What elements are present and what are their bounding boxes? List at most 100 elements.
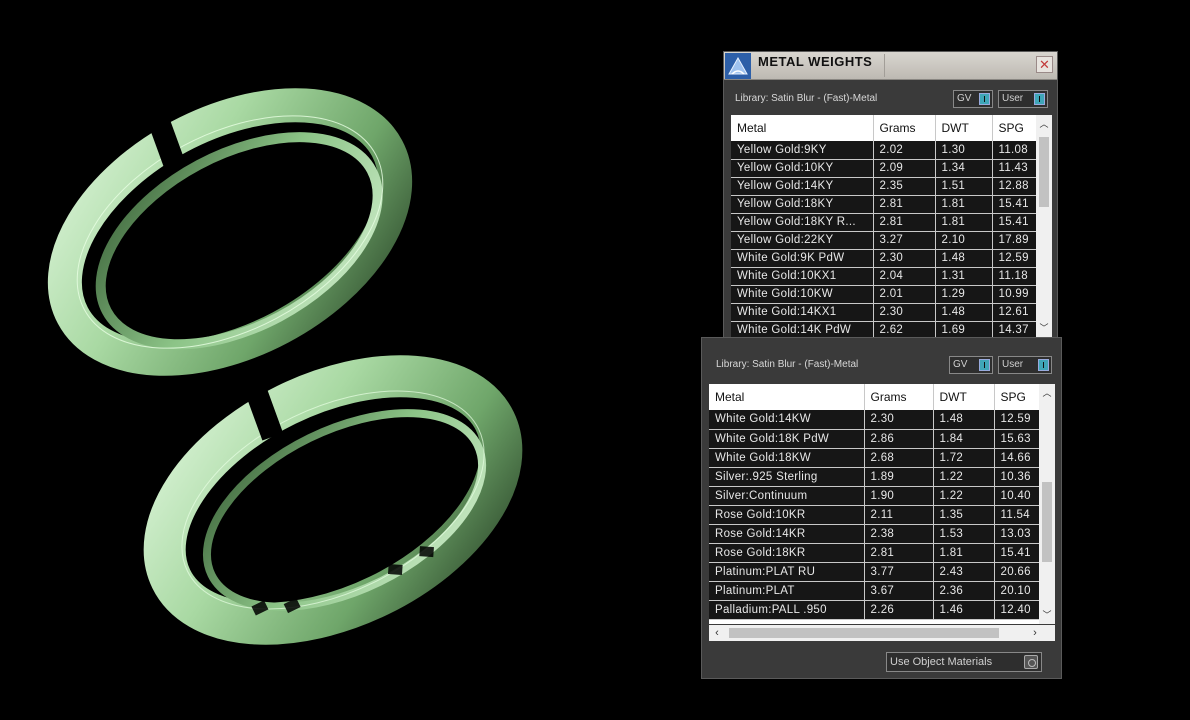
table-cell: White Gold:14KW <box>709 410 865 430</box>
table-cell: 2.04 <box>873 267 936 286</box>
table-row[interactable]: Yellow Gold:18KY 2.81 1.81 15.41 <box>731 195 1037 214</box>
table-cell: Yellow Gold:18KY <box>731 195 874 214</box>
ring-top <box>47 88 413 376</box>
table-row[interactable]: Yellow Gold:14KY 2.35 1.51 12.88 <box>731 177 1037 196</box>
table-row[interactable]: Rose Gold:14KR 2.38 1.53 13.03 <box>709 524 1040 544</box>
table-cell: Rose Gold:18KR <box>709 543 865 563</box>
column-header[interactable]: Metal <box>709 384 865 410</box>
table-cell: 2.09 <box>873 159 936 178</box>
table-cell: 1.30 <box>935 141 993 160</box>
vertical-scrollbar[interactable]: ︿ ﹀ <box>1036 115 1052 337</box>
table-row[interactable]: White Gold:10KX1 2.04 1.31 11.18 <box>731 267 1037 286</box>
title-bar[interactable]: METAL WEIGHTS ✕ <box>724 52 1057 80</box>
use-object-materials-toggle[interactable]: Use Object Materials <box>886 652 1042 672</box>
table-cell: 1.81 <box>935 195 993 214</box>
table-row[interactable]: White Gold:10KW 2.01 1.29 10.99 <box>731 285 1037 304</box>
table-row[interactable]: Palladium:PALL .950 2.26 1.46 12.40 <box>709 600 1040 620</box>
close-button[interactable]: ✕ <box>1036 56 1053 73</box>
column-header[interactable]: SPG <box>992 115 1037 141</box>
scroll-down-arrow-icon[interactable]: ﹀ <box>1036 321 1052 335</box>
gv-label: GV <box>957 93 972 104</box>
table-cell: 2.36 <box>933 581 995 601</box>
table-cell: Platinum:PLAT <box>709 581 865 601</box>
table-row[interactable]: Silver:.925 Sterling 1.89 1.22 10.36 <box>709 467 1040 487</box>
scroll-up-arrow-icon[interactable]: ︿ <box>1036 117 1052 131</box>
user-toggle-2[interactable]: User <box>998 356 1052 374</box>
table-cell: White Gold:9K PdW <box>731 249 874 268</box>
scroll-left-arrow-icon[interactable]: ‹ <box>709 625 725 641</box>
h-scroll-thumb[interactable] <box>729 628 999 638</box>
table-cell: 12.88 <box>992 177 1037 196</box>
column-header[interactable]: DWT <box>933 384 995 410</box>
table-cell: 2.38 <box>864 524 934 544</box>
table-row[interactable]: White Gold:14K PdW 2.62 1.69 14.37 <box>731 321 1037 337</box>
user-toggle-knob <box>1034 93 1045 105</box>
scroll-thumb-2[interactable] <box>1042 482 1052 562</box>
table-row[interactable]: Yellow Gold:9KY 2.02 1.30 11.08 <box>731 141 1037 160</box>
table-cell: 1.84 <box>933 429 995 449</box>
table-row[interactable]: Platinum:PLAT 3.67 2.36 20.10 <box>709 581 1040 601</box>
table-row[interactable]: White Gold:14KX1 2.30 1.48 12.61 <box>731 303 1037 322</box>
column-header[interactable]: DWT <box>935 115 993 141</box>
table-cell: 2.10 <box>935 231 993 250</box>
column-header[interactable]: SPG <box>994 384 1040 410</box>
scroll-up-arrow-icon[interactable]: ︿ <box>1039 386 1055 400</box>
table-row[interactable]: White Gold:18KW 2.68 1.72 14.66 <box>709 448 1040 468</box>
table-row[interactable]: Silver:Continuum 1.90 1.22 10.40 <box>709 486 1040 506</box>
table-row[interactable]: Yellow Gold:18KY R... 2.81 1.81 15.41 <box>731 213 1037 232</box>
user-label: User <box>1002 93 1024 104</box>
scroll-down-arrow-icon[interactable]: ﹀ <box>1039 608 1055 622</box>
table-cell: 1.48 <box>935 303 993 322</box>
table-row[interactable]: White Gold:14KW 2.30 1.48 12.59 <box>709 410 1040 430</box>
library-label: Library: Satin Blur - (Fast)-Metal <box>735 93 878 104</box>
table-cell: 1.29 <box>935 285 993 304</box>
table-row[interactable]: Yellow Gold:10KY 2.09 1.34 11.43 <box>731 159 1037 178</box>
table-cell: 1.46 <box>933 600 995 620</box>
table-cell: 11.08 <box>992 141 1037 160</box>
column-header[interactable]: Grams <box>873 115 936 141</box>
table-cell: 2.86 <box>864 429 934 449</box>
table-row[interactable]: Yellow Gold:22KY 3.27 2.10 17.89 <box>731 231 1037 250</box>
table-cell: 1.22 <box>933 467 995 487</box>
gv-toggle-2[interactable]: GV <box>949 356 993 374</box>
table-cell: White Gold:14KX1 <box>731 303 874 322</box>
horizontal-scrollbar[interactable]: ‹ › <box>709 625 1055 641</box>
table-cell: 2.30 <box>873 303 936 322</box>
table-cell: 2.68 <box>864 448 934 468</box>
table-cell: White Gold:10KX1 <box>731 267 874 286</box>
table-row[interactable]: Rose Gold:18KR 2.81 1.81 15.41 <box>709 543 1040 563</box>
table-cell: 1.51 <box>935 177 993 196</box>
scroll-right-arrow-icon[interactable]: › <box>1027 625 1043 641</box>
table-cell: Yellow Gold:10KY <box>731 159 874 178</box>
table-row[interactable]: Platinum:PLAT RU 3.77 2.43 20.66 <box>709 562 1040 582</box>
metal-table-1: Metal Grams DWT SPG Yellow Gold:9KY 2.02 1.30… <box>731 115 1052 337</box>
table-cell: 1.48 <box>935 249 993 268</box>
table-cell: Platinum:PLAT RU <box>709 562 865 582</box>
table-cell: 10.40 <box>994 486 1040 506</box>
ring-models <box>47 88 523 645</box>
gv-toggle[interactable]: GV <box>953 90 993 108</box>
table-cell: White Gold:14K PdW <box>731 321 874 337</box>
table-cell: 20.66 <box>994 562 1040 582</box>
use-object-materials-label: Use Object Materials <box>890 656 993 668</box>
user-toggle[interactable]: User <box>998 90 1048 108</box>
table-cell: 2.43 <box>933 562 995 582</box>
use-object-materials-radio[interactable] <box>1024 655 1038 669</box>
table-cell: 14.37 <box>992 321 1037 337</box>
table-cell: 11.54 <box>994 505 1040 525</box>
column-header[interactable]: Metal <box>731 115 874 141</box>
table-cell: 3.67 <box>864 581 934 601</box>
column-header[interactable]: Grams <box>864 384 934 410</box>
table-cell: 2.30 <box>864 410 934 430</box>
library-label-2: Library: Satin Blur - (Fast)-Metal <box>716 359 859 370</box>
table-cell: 3.27 <box>873 231 936 250</box>
table-cell: 1.53 <box>933 524 995 544</box>
table-row[interactable]: White Gold:18K PdW 2.86 1.84 15.63 <box>709 429 1040 449</box>
table-row[interactable]: White Gold:9K PdW 2.30 1.48 12.59 <box>731 249 1037 268</box>
table-cell: 12.61 <box>992 303 1037 322</box>
table-cell: White Gold:18KW <box>709 448 865 468</box>
scroll-thumb[interactable] <box>1039 137 1049 207</box>
table-row[interactable]: Rose Gold:10KR 2.11 1.35 11.54 <box>709 505 1040 525</box>
vertical-scrollbar-2[interactable]: ︿ ﹀ <box>1039 384 1055 624</box>
3d-viewport[interactable] <box>0 0 700 720</box>
